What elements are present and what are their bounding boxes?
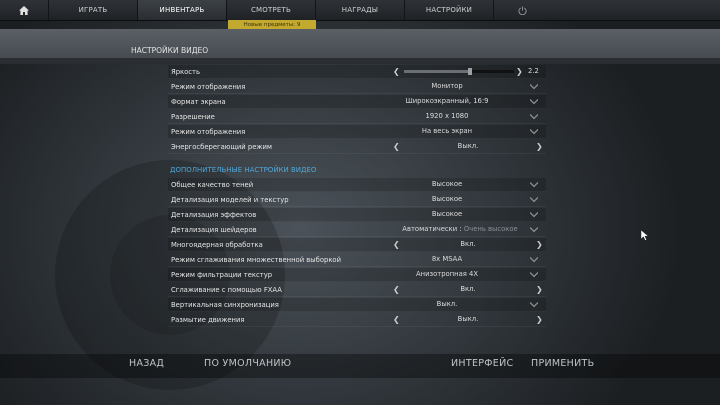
nav-play[interactable]: ИГРАТЬ (49, 0, 138, 20)
home-icon (19, 5, 29, 15)
setting-value: 8x MSAA (431, 255, 463, 263)
new-items-badge[interactable]: Новые предметы: 9 (228, 20, 316, 29)
setting-value: Широкоэкранный, 16:9 (405, 97, 489, 105)
setting-value: Анизотропная 4X (416, 270, 478, 278)
setting-value: Вкл. (460, 285, 476, 293)
setting-resolution[interactable]: Разрешение 1920 x 1080 (168, 110, 546, 124)
setting-power-saving: Энергосберегающий режим ❮ Выкл. ❯ (168, 140, 546, 154)
chevron-down-icon[interactable] (530, 226, 538, 233)
setting-texture-filtering[interactable]: Режим фильтрации текстур Анизотропная 4X (168, 268, 546, 282)
interface-button[interactable]: ИНТЕРФЕЙС (451, 358, 513, 369)
power-icon (517, 5, 527, 15)
chevron-down-icon[interactable] (530, 128, 538, 135)
home-button[interactable] (0, 0, 49, 20)
section-title: НАСТРОЙКИ ВИДЕО (131, 46, 209, 55)
setting-label: Режим отображения (171, 82, 246, 91)
setting-value: Выкл. (436, 300, 458, 308)
arrow-right-icon[interactable]: ❯ (536, 283, 543, 296)
advanced-section-title: ДОПОЛНИТЕЛЬНЫЕ НАСТРОЙКИ ВИДЕО (170, 166, 317, 174)
power-button[interactable] (494, 0, 550, 20)
setting-value-dim: Очень высокое (463, 225, 518, 233)
brightness-slider[interactable] (404, 68, 514, 75)
arrow-right-icon[interactable]: ❯ (536, 140, 543, 153)
setting-value: Монитор (431, 82, 463, 90)
defaults-button[interactable]: ПО УМОЛЧАНИЮ (204, 358, 291, 369)
advanced-settings-panel: Общее качество теней Высокое Детализация… (168, 178, 546, 328)
back-button[interactable]: НАЗАД (129, 358, 164, 369)
setting-label: Режим сглаживания множественной выборкой (171, 255, 342, 264)
arrow-left-icon[interactable]: ❮ (393, 65, 400, 78)
setting-label: Энергосберегающий режим (171, 142, 273, 151)
setting-value: Высокое (431, 195, 463, 203)
setting-motion-blur: Размытие движения ❮ Выкл. ❯ (168, 313, 546, 327)
arrow-left-icon[interactable]: ❮ (393, 313, 400, 326)
setting-label: Вертикальная синхронизация (171, 300, 279, 309)
chevron-down-icon[interactable] (530, 181, 538, 188)
setting-value: Вкл. (460, 240, 476, 248)
setting-display-mode[interactable]: Режим отображения Монитор (168, 80, 546, 94)
chevron-down-icon[interactable] (530, 271, 538, 278)
arrow-left-icon[interactable]: ❮ (393, 238, 400, 251)
nav-inventory[interactable]: ИНВЕНТАРЬ (138, 0, 227, 20)
arrow-left-icon[interactable]: ❮ (393, 283, 400, 296)
setting-label: Формат экрана (171, 97, 226, 106)
setting-value: Выкл. (457, 142, 479, 150)
apply-button[interactable]: ПРИМЕНИТЬ (531, 358, 594, 369)
header-strip-shadow (0, 58, 720, 64)
arrow-right-icon[interactable]: ❯ (516, 65, 523, 78)
setting-label: Яркость (171, 67, 201, 76)
top-nav: ИГРАТЬ ИНВЕНТАРЬ СМОТРЕТЬ НАГРАДЫ НАСТРО… (0, 0, 720, 21)
nav-watch[interactable]: СМОТРЕТЬ (227, 0, 316, 20)
brightness-value: 2.2 (528, 67, 539, 75)
setting-label: Многоядерная обработка (171, 240, 263, 249)
setting-value: 1920 x 1080 (425, 112, 469, 120)
slider-fill (404, 70, 470, 73)
setting-label: Детализация эффектов (171, 210, 257, 219)
chevron-down-icon[interactable] (530, 196, 538, 203)
setting-label: Сглаживание с помощью FXAA (171, 285, 282, 294)
arrow-right-icon[interactable]: ❯ (536, 238, 543, 251)
setting-display-mode-2[interactable]: Режим отображения На весь экран (168, 125, 546, 139)
chevron-down-icon[interactable] (530, 83, 538, 90)
setting-effect-detail[interactable]: Детализация эффектов Высокое (168, 208, 546, 222)
setting-label: Детализация шейдеров (171, 225, 257, 234)
chevron-down-icon[interactable] (530, 113, 538, 120)
nav-settings[interactable]: НАСТРОЙКИ (405, 0, 494, 20)
setting-value: На весь экран (421, 127, 473, 135)
arrow-right-icon[interactable]: ❯ (536, 313, 543, 326)
chevron-down-icon[interactable] (530, 256, 538, 263)
chevron-down-icon[interactable] (530, 301, 538, 308)
setting-label: Размытие движения (171, 315, 245, 324)
slider-handle[interactable] (468, 68, 472, 75)
mouse-cursor-icon (641, 230, 649, 241)
setting-fxaa: Сглаживание с помощью FXAA ❮ Вкл. ❯ (168, 283, 546, 297)
setting-value: Автоматически : Очень высокое (390, 224, 530, 235)
chevron-down-icon[interactable] (530, 211, 538, 218)
chevron-down-icon[interactable] (530, 98, 538, 105)
setting-shader-detail[interactable]: Детализация шейдеров Автоматически : Оче… (168, 223, 546, 237)
footer-bar (0, 354, 720, 378)
setting-value: Выкл. (457, 315, 479, 323)
setting-shadow-quality[interactable]: Общее качество теней Высокое (168, 178, 546, 192)
setting-multicore: Многоядерная обработка ❮ Вкл. ❯ (168, 238, 546, 252)
setting-label: Детализация моделей и текстур (171, 195, 289, 204)
setting-aspect-ratio[interactable]: Формат экрана Широкоэкранный, 16:9 (168, 95, 546, 109)
setting-value: Высокое (431, 210, 463, 218)
nav-rewards[interactable]: НАГРАДЫ (316, 0, 405, 20)
setting-model-detail[interactable]: Детализация моделей и текстур Высокое (168, 193, 546, 207)
setting-label: Общее качество теней (171, 180, 254, 189)
basic-settings-panel: Яркость ❮ ❯ 2.2 Режим отображения Монито… (168, 65, 546, 155)
arrow-left-icon[interactable]: ❮ (393, 140, 400, 153)
setting-label: Разрешение (171, 112, 215, 121)
setting-brightness: Яркость ❮ ❯ 2.2 (168, 65, 546, 79)
header-strip (0, 29, 720, 58)
setting-value-auto: Автоматически : (402, 225, 462, 233)
setting-value: Высокое (431, 180, 463, 188)
setting-msaa[interactable]: Режим сглаживания множественной выборкой… (168, 253, 546, 267)
setting-label: Режим фильтрации текстур (171, 270, 273, 279)
setting-vsync[interactable]: Вертикальная синхронизация Выкл. (168, 298, 546, 312)
setting-label: Режим отображения (171, 127, 246, 136)
